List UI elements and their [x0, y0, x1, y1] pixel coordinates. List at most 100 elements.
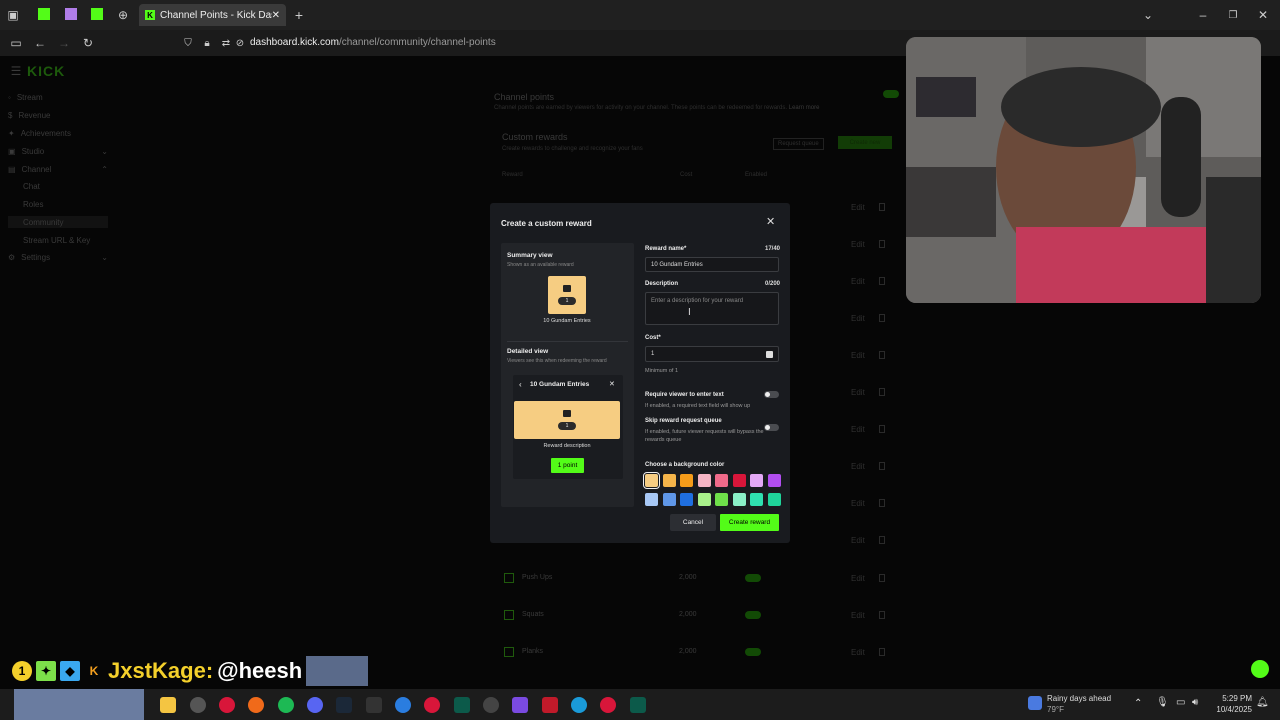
edit-button[interactable]: Edit [851, 574, 865, 583]
color-swatch[interactable] [662, 474, 676, 487]
trash-icon[interactable] [879, 240, 885, 248]
channel-points-toggle[interactable] [883, 90, 899, 98]
reward-enabled-toggle[interactable] [745, 574, 761, 582]
reward-enabled-toggle[interactable] [745, 611, 761, 619]
file-explorer-icon[interactable] [160, 697, 176, 713]
cancel-button[interactable]: Cancel [670, 514, 716, 531]
trash-icon[interactable] [879, 277, 885, 285]
app-icon[interactable] [542, 697, 558, 713]
epic-games-icon[interactable] [366, 697, 382, 713]
app-icon[interactable] [424, 697, 440, 713]
address-bar[interactable]: dashboard.kick.com/channel/community/cha… [250, 37, 496, 48]
menu-icon[interactable]: ☰ [8, 63, 24, 79]
tab-actions-icon[interactable]: ▣ [5, 7, 21, 23]
sidebar-item-community[interactable]: Community [8, 216, 108, 228]
trash-icon[interactable] [879, 499, 885, 507]
globe-icon[interactable]: ⊕ [115, 7, 131, 23]
app-icon[interactable] [571, 697, 587, 713]
kick-logo[interactable]: KICK [27, 63, 65, 79]
sidebar-item-channel[interactable]: ▤ Channel ⌃ [8, 165, 108, 174]
color-swatch[interactable] [767, 474, 781, 487]
app-icon[interactable] [512, 697, 528, 713]
obs-icon[interactable] [483, 697, 499, 713]
spotify-icon[interactable] [278, 697, 294, 713]
color-swatch[interactable] [715, 474, 728, 487]
sidebar-toggle-icon[interactable]: ▭ [8, 35, 24, 51]
trash-icon[interactable] [879, 648, 885, 656]
color-swatch[interactable] [750, 493, 763, 506]
tray-overflow-icon[interactable]: ⌃ [1134, 698, 1142, 709]
sidebar-item-stream-url[interactable]: Stream URL & Key [23, 236, 123, 245]
back-icon[interactable]: ‹ [519, 380, 522, 389]
shield-icon[interactable]: ⛉ [180, 35, 196, 51]
description-textarea[interactable]: Enter a description for your reward [645, 292, 779, 325]
trash-icon[interactable] [879, 574, 885, 582]
network-icon[interactable]: ▭ [1176, 697, 1185, 708]
edit-button[interactable]: Edit [851, 536, 865, 545]
color-swatch[interactable] [697, 493, 711, 506]
app-icon[interactable] [600, 697, 616, 713]
trash-icon[interactable] [879, 611, 885, 619]
new-tab-icon[interactable]: + [291, 7, 307, 23]
trash-icon[interactable] [879, 203, 885, 211]
pinned-tab-kick-1-icon[interactable] [38, 8, 50, 20]
color-swatch[interactable] [680, 474, 693, 487]
clock-time[interactable]: 5:29 PM [1210, 694, 1252, 703]
volume-icon[interactable]: 🔊︎ [1192, 697, 1198, 708]
redeem-point-button[interactable]: 1 point [551, 458, 584, 473]
sidebar-item-chat[interactable]: Chat [23, 182, 123, 191]
stepper-icon[interactable] [766, 351, 773, 358]
reward-name-input[interactable]: 10 Gundam Entries [645, 257, 779, 272]
tab-channel-points[interactable]: K Channel Points - Kick Dashboard ✕ [139, 4, 286, 26]
trash-icon[interactable] [879, 388, 885, 396]
trash-icon[interactable] [879, 462, 885, 470]
clock-date[interactable]: 10/4/2025 [1210, 705, 1252, 714]
app-icon[interactable] [630, 697, 646, 713]
reward-enabled-toggle[interactable] [745, 648, 761, 656]
edit-button[interactable]: Edit [851, 314, 865, 323]
trash-icon[interactable] [879, 425, 885, 433]
color-swatch[interactable] [643, 472, 660, 489]
settings-app-icon[interactable] [190, 697, 206, 713]
edit-button[interactable]: Edit [851, 351, 865, 360]
color-swatch[interactable] [767, 493, 781, 506]
color-swatch[interactable] [732, 474, 746, 487]
color-swatch[interactable] [750, 474, 763, 487]
app-icon[interactable] [395, 697, 411, 713]
pinned-tab-kick-3-icon[interactable] [91, 8, 103, 20]
chat-bubble-icon[interactable] [1251, 660, 1269, 678]
discord-icon[interactable] [307, 697, 323, 713]
lock-icon[interactable]: 🔒︎ [199, 35, 215, 51]
microphone-icon[interactable]: 🎙︎ [1156, 697, 1169, 708]
sidebar-item-stream[interactable]: ◦ Stream [8, 93, 108, 102]
color-swatch[interactable] [715, 493, 728, 506]
create-reward-button[interactable]: Create reward [720, 514, 779, 531]
trash-icon[interactable] [879, 351, 885, 359]
trash-icon[interactable] [879, 536, 885, 544]
edit-button[interactable]: Edit [851, 499, 865, 508]
edit-button[interactable]: Edit [851, 462, 865, 471]
pinned-tab-kick-2-icon[interactable] [65, 8, 77, 20]
forward-icon[interactable]: → [56, 35, 72, 51]
close-tab-icon[interactable]: ✕ [272, 10, 280, 21]
back-icon[interactable]: ← [32, 35, 48, 51]
trash-icon[interactable] [879, 314, 885, 322]
request-queue-button[interactable]: Request queue [773, 138, 824, 150]
sidebar-item-studio[interactable]: ▣ Studio ⌄ [8, 147, 108, 156]
close-icon[interactable]: ✕ [766, 215, 775, 228]
weather-text[interactable]: Rainy days ahead [1047, 694, 1111, 703]
create-new-button[interactable]: Create new [838, 136, 892, 149]
edit-button[interactable]: Edit [851, 240, 865, 249]
terminal-icon[interactable] [454, 697, 470, 713]
color-swatch[interactable] [645, 493, 658, 506]
edit-button[interactable]: Edit [851, 648, 865, 657]
maximize-icon[interactable]: ❐ [1225, 7, 1241, 23]
steam-icon[interactable] [336, 697, 352, 713]
require-text-toggle[interactable] [764, 391, 779, 398]
color-swatch[interactable] [697, 474, 711, 487]
close-window-icon[interactable]: ✕ [1255, 7, 1271, 23]
close-icon[interactable]: ✕ [609, 380, 615, 388]
sidebar-item-settings[interactable]: ⚙ Settings ⌄ [8, 253, 108, 262]
edit-button[interactable]: Edit [851, 203, 865, 212]
edit-button[interactable]: Edit [851, 277, 865, 286]
